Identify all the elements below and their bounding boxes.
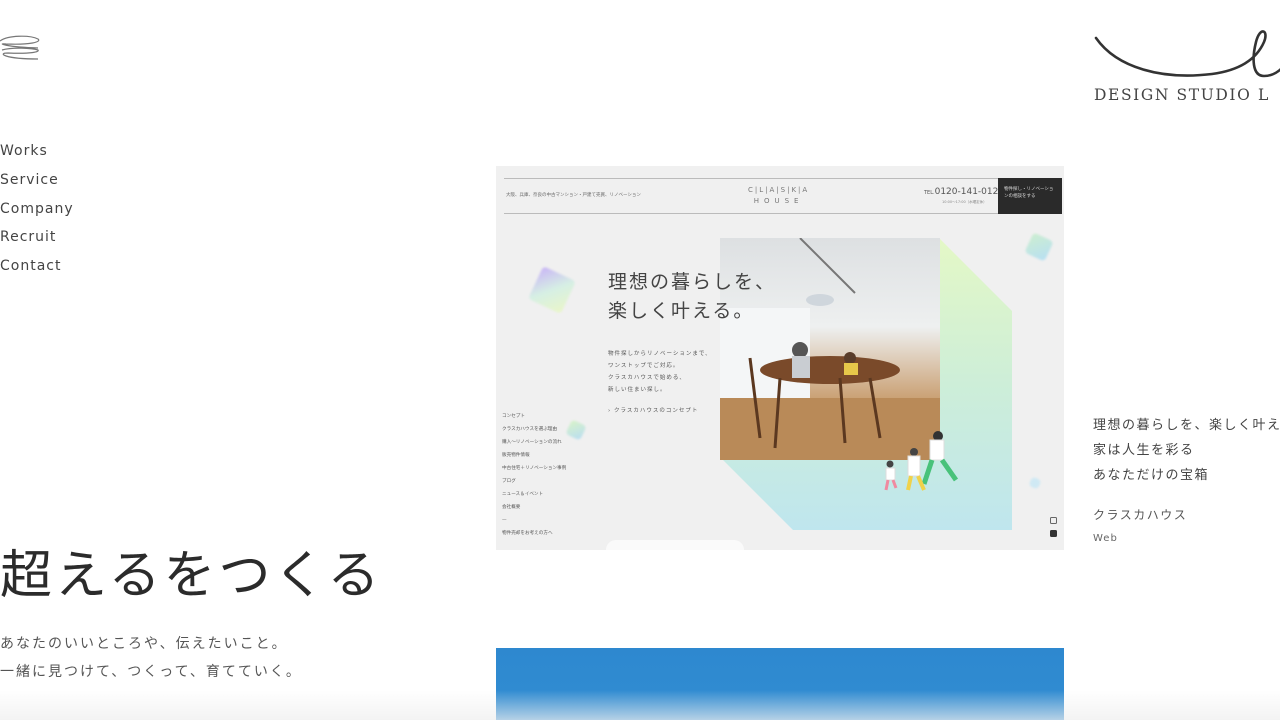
work-thumbnail[interactable]: 大阪、兵庫、奈良の中古マンション・戸建て売買、リノベーション C|L|A|S|K… xyxy=(496,166,1064,550)
preview-logo-top: C|L|A|S|K|A xyxy=(748,186,810,194)
preview-menu-item: 物件売却をお考えの方へ xyxy=(502,531,553,536)
hero-subtitle-line: あなたのいいところや、伝えたいこと。 xyxy=(0,636,288,652)
preview-header: 大阪、兵庫、奈良の中古マンション・戸建て売買、リノベーション C|L|A|S|K… xyxy=(504,178,1062,214)
script-l-icon xyxy=(1094,30,1280,78)
preview-menu-item: クラスカハウスを選ぶ理由 xyxy=(502,427,558,432)
main-nav: Works Service Company Recruit Contact xyxy=(0,140,74,284)
preview-menu-item: 購入〜リノベーションの流れ xyxy=(502,440,562,445)
preview-menu: コンセプト クラスカハウスを選ぶ理由 購入〜リノベーションの流れ 販売物件情報 … xyxy=(502,410,566,540)
preview-title-line: 理想の暮らしを、 xyxy=(608,271,777,293)
hero-subtitle-line: 一緒に見つけて、つくって、育てていく。 xyxy=(0,664,302,680)
hero-title: 超えるをつくる xyxy=(0,546,383,606)
preview-logo: C|L|A|S|K|A HOUSE xyxy=(748,185,809,207)
nav-item-works[interactable]: Works xyxy=(0,140,74,169)
preview-tel: TEL.0120-141-012 10:00〜17:00（水曜定休） xyxy=(924,187,999,204)
brand-logo[interactable]: DESIGN STUDIO L xyxy=(1092,28,1280,108)
crystal-decoration xyxy=(1024,232,1054,262)
preview-menu-item: ニュース＆イベント xyxy=(502,492,544,497)
preview-logo-bottom: HOUSE xyxy=(753,197,804,205)
next-work-thumbnail[interactable] xyxy=(496,648,1064,720)
instagram-icon xyxy=(1050,517,1057,524)
preview-title: 理想の暮らしを、 楽しく叶える。 xyxy=(608,268,776,326)
nav-item-recruit[interactable]: Recruit xyxy=(0,226,74,255)
facebook-icon xyxy=(1050,530,1057,537)
hero-subtitle: あなたのいいところや、伝えたいこと。 一緒に見つけて、つくって、育てていく。 xyxy=(0,630,302,686)
preview-tagline: 大阪、兵庫、奈良の中古マンション・戸建て売買、リノベーション xyxy=(506,193,641,198)
work-description-line: 家は人生を彩る xyxy=(1093,443,1195,458)
preview-menu-item: 中古住宅＋リノベーション事例 xyxy=(502,466,567,471)
preview-tel-number: 0120-141-012 xyxy=(934,187,999,197)
preview-menu-item: 販売物件情報 xyxy=(502,453,530,458)
preview-cta: 物件探し・リノベーションの相談をする xyxy=(998,178,1062,214)
preview-concept-link: › クラスカハウスのコンセプト xyxy=(608,408,699,414)
preview-body: 物件探しからリノベーションまで、 ワンストップでご対応。 クラスカハウスで始める… xyxy=(608,348,712,396)
logo-text: DESIGN STUDIO L xyxy=(1094,86,1270,104)
preview-menu-item: コンセプト xyxy=(502,414,525,419)
work-description-line: あなただけの宝箱 xyxy=(1093,468,1210,483)
work-description-line: 理想の暮らしを、楽しく叶える xyxy=(1093,418,1280,433)
preview-menu-item: 会社概要 xyxy=(502,505,521,510)
preview-body-line: 物件探しからリノベーションまで、 xyxy=(608,351,712,357)
menu-button[interactable] xyxy=(0,33,42,63)
preview-body-line: 新しい住まい探し。 xyxy=(608,387,667,393)
family-illustration xyxy=(884,431,959,491)
preview-body-line: ワンストップでご対応。 xyxy=(608,363,680,369)
work-description: 理想の暮らしを、楽しく叶える 家は人生を彩る あなただけの宝箱 xyxy=(1093,413,1280,488)
preview-menu-item: ブログ xyxy=(502,479,516,484)
preview-hours: 10:00〜17:00（水曜定休） xyxy=(942,200,987,204)
preview-body-line: クラスカハウスで始める、 xyxy=(608,375,686,381)
hamburger-loop-icon xyxy=(0,35,40,60)
crystal-decoration xyxy=(1028,476,1042,490)
work-client: クラスカハウス xyxy=(1093,508,1188,522)
preview-pill xyxy=(606,540,744,550)
nav-item-service[interactable]: Service xyxy=(0,169,74,198)
work-category: Web xyxy=(1093,533,1118,544)
crystal-decoration xyxy=(565,419,587,441)
nav-item-contact[interactable]: Contact xyxy=(0,255,74,284)
crystal-decoration xyxy=(528,266,576,314)
preview-title-line: 楽しく叶える。 xyxy=(608,300,755,322)
preview-tel-prefix: TEL. xyxy=(924,190,935,196)
nav-item-company[interactable]: Company xyxy=(0,198,74,227)
preview-menu-item: — xyxy=(502,518,507,523)
